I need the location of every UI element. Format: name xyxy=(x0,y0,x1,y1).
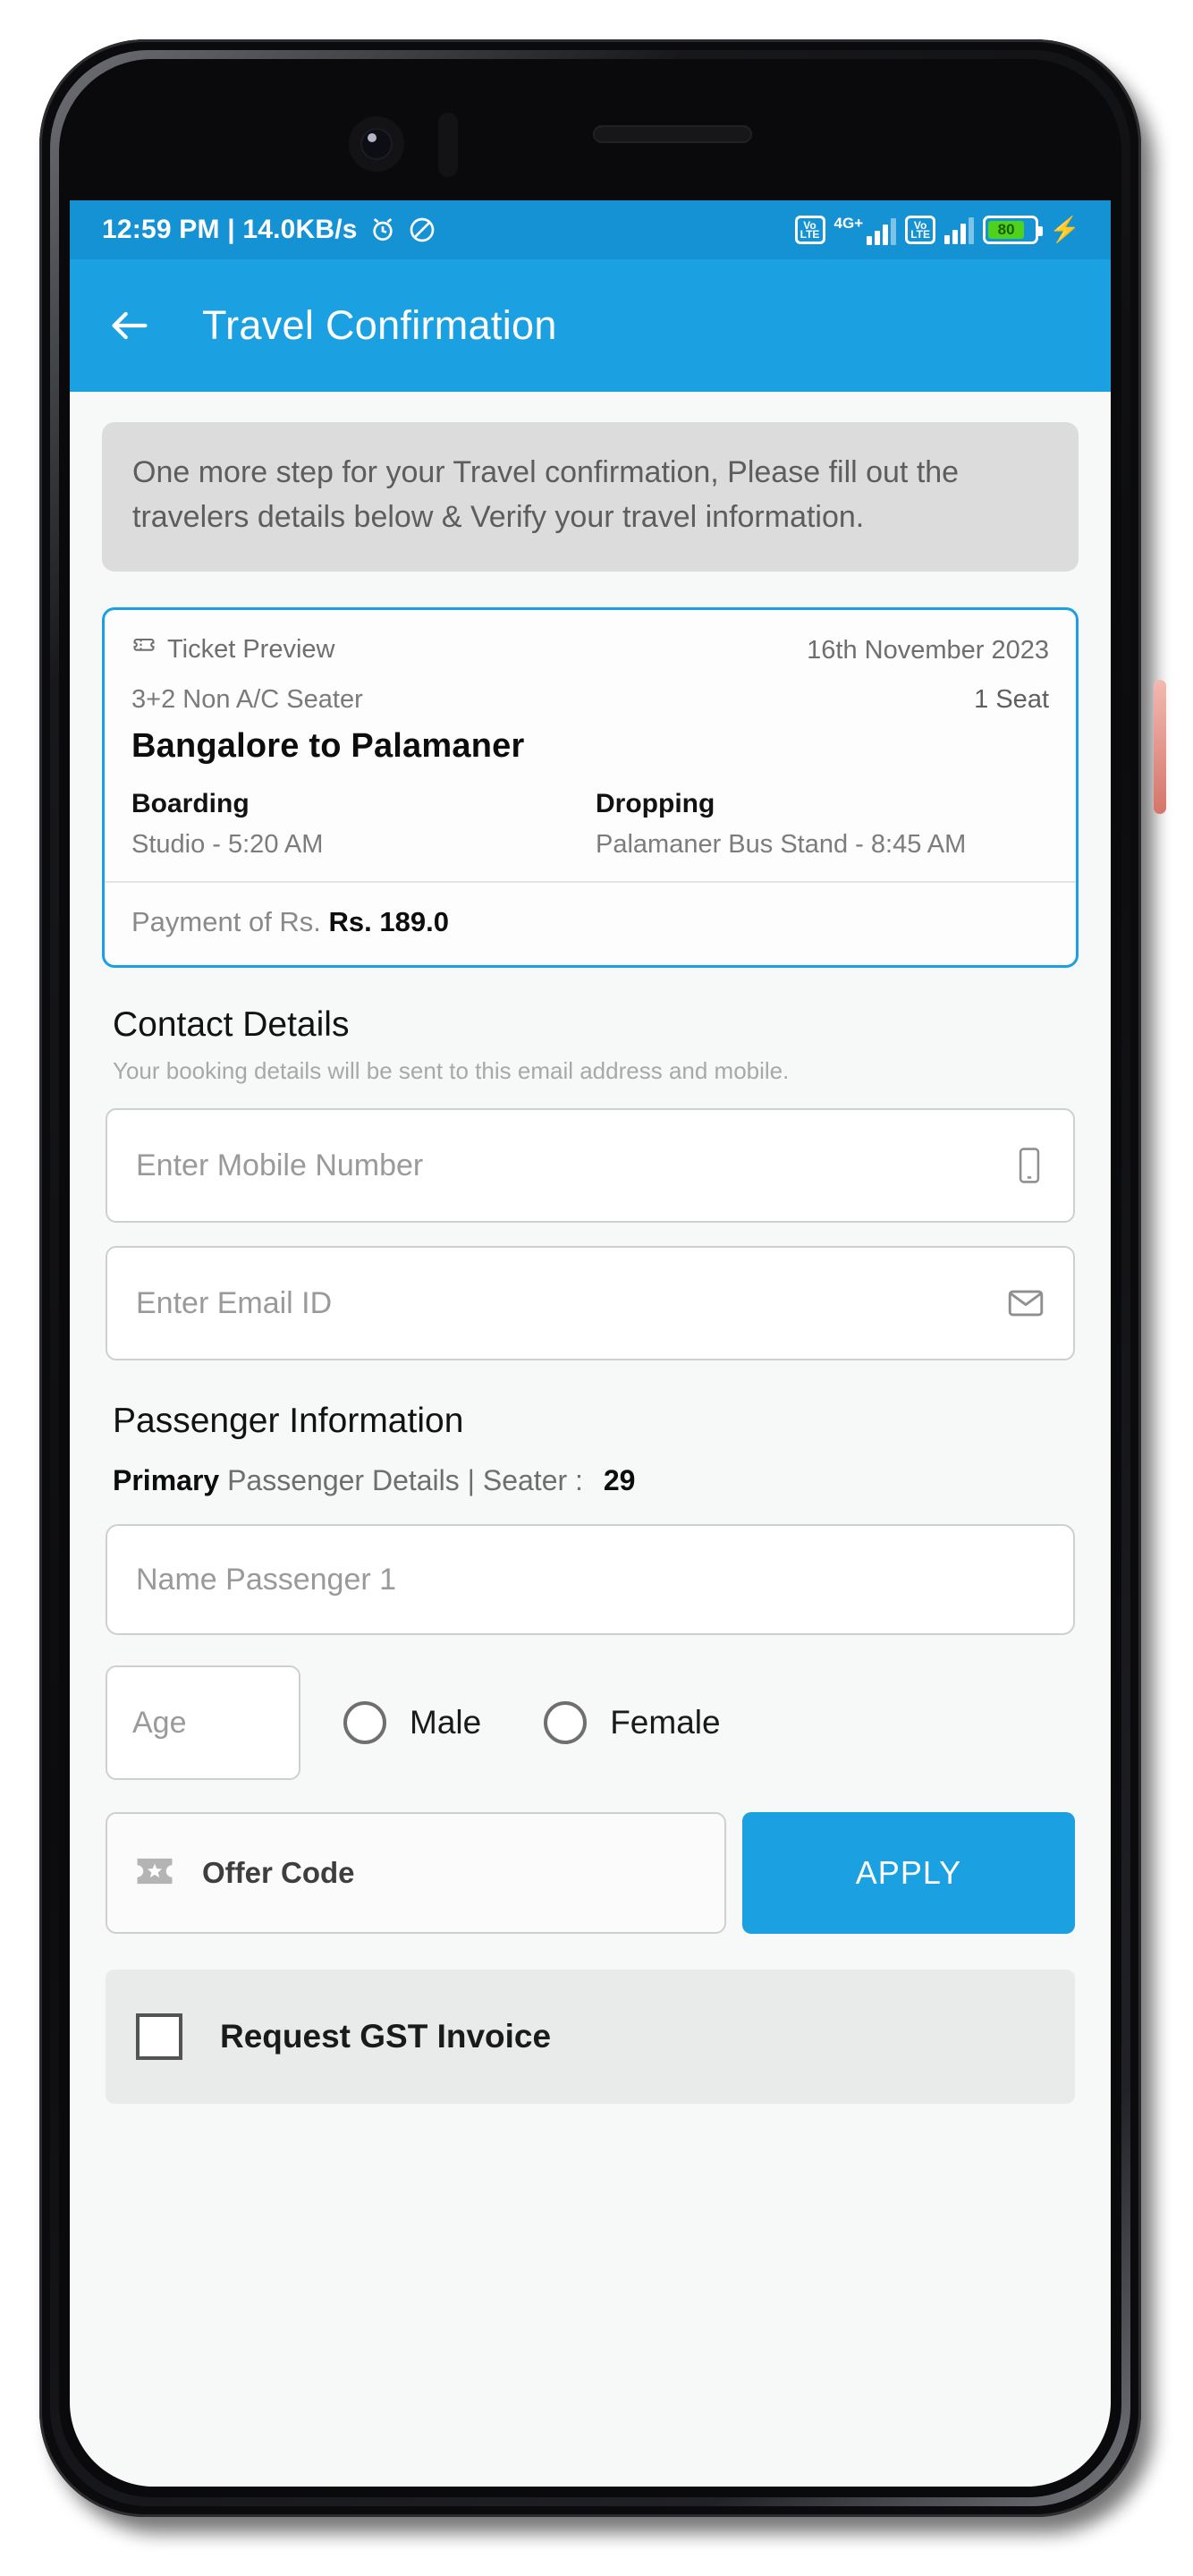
boarding-dropping-grid: Boarding Studio - 5:20 AM Dropping Palam… xyxy=(131,789,1049,860)
boarding-title: Boarding xyxy=(131,789,250,819)
ticket-card-header: Ticket Preview 16th November 2023 xyxy=(131,633,1049,665)
payment-amount: Rs. 189.0 xyxy=(328,906,449,938)
dropping-title: Dropping xyxy=(596,789,715,819)
radio-male-icon[interactable] xyxy=(343,1701,386,1745)
passenger-name-placeholder: Name Passenger 1 xyxy=(136,1562,397,1597)
signal-bars-sim2 xyxy=(944,216,975,244)
page-title: Travel Confirmation xyxy=(202,302,557,348)
power-button[interactable] xyxy=(1154,680,1166,814)
age-placeholder: Age xyxy=(132,1705,187,1740)
ticket-seat-type: 3+2 Non A/C Seater xyxy=(131,685,363,715)
contact-details-title: Contact Details xyxy=(113,1005,350,1045)
screenshot-stage: 12:59 PM | 14.0KB/s Vo LTE 4G+ Vo LTE 80… xyxy=(0,0,1193,2576)
age-input[interactable]: Age xyxy=(106,1665,300,1781)
ticket-seat-row: 3+2 Non A/C Seater 1 Seat xyxy=(131,685,1049,715)
age-and-gender-row: Age Male Female xyxy=(106,1665,1075,1781)
ticket-seat-count: 1 Seat xyxy=(974,685,1049,715)
network-type-label: 4G+ xyxy=(833,215,864,232)
dropping-column: Dropping Palamaner Bus Stand - 8:45 AM xyxy=(590,789,1049,860)
female-label: Female xyxy=(610,1704,721,1741)
primary-passenger-line: Primary Passenger Details | Seater : 29 xyxy=(113,1464,1111,1497)
volte-icon-sim2: Vo LTE xyxy=(905,216,936,244)
boarding-value: Studio - 5:20 AM xyxy=(131,830,324,860)
ticket-preview-label: Ticket Preview xyxy=(167,634,335,664)
battery-icon: 80 xyxy=(983,216,1044,244)
ticket-date: 16th November 2023 xyxy=(807,636,1049,665)
front-camera-lens xyxy=(360,128,393,160)
offer-code-row: Offer Code APPLY xyxy=(106,1812,1075,1935)
ticket-preview-card: Ticket Preview 16th November 2023 3+2 No… xyxy=(102,607,1079,969)
alarm-icon xyxy=(368,216,397,244)
volte-bottom-label-2: LTE xyxy=(910,228,931,241)
app-viewport: 12:59 PM | 14.0KB/s Vo LTE 4G+ Vo LTE 80… xyxy=(70,200,1111,2487)
passenger-details-label: Passenger Details | Seater : xyxy=(227,1464,583,1497)
signal-group-sim1: 4G+ xyxy=(834,215,897,245)
email-placeholder: Enter Email ID xyxy=(136,1285,333,1320)
do-not-disturb-icon xyxy=(408,216,436,244)
envelope-icon xyxy=(1007,1288,1045,1318)
request-gst-invoice-label: Request GST Invoice xyxy=(220,2018,552,2055)
checkbox-unchecked-icon[interactable] xyxy=(136,2013,182,2061)
front-camera-highlight xyxy=(368,133,377,142)
phone-screen: 12:59 PM | 14.0KB/s Vo LTE 4G+ Vo LTE 80… xyxy=(70,70,1111,2487)
male-label: Male xyxy=(410,1704,482,1741)
offer-code-input[interactable]: Offer Code xyxy=(106,1812,726,1935)
status-time-and-speed: 12:59 PM | 14.0KB/s xyxy=(102,215,358,244)
ticket-payment-row: Payment of Rs. Rs. 189.0 xyxy=(131,883,1049,965)
earpiece-speaker xyxy=(593,125,752,143)
battery-level-label: 80 xyxy=(988,221,1025,239)
page-content: One more step for your Travel confirmati… xyxy=(70,422,1111,2140)
offer-ticket-icon xyxy=(134,1853,175,1894)
email-field[interactable]: Enter Email ID xyxy=(106,1246,1075,1361)
seat-number: 29 xyxy=(603,1464,636,1497)
phone-bezel xyxy=(70,70,1111,200)
status-bar-left: 12:59 PM | 14.0KB/s xyxy=(102,215,436,245)
gender-male-option[interactable]: Male xyxy=(343,1701,482,1745)
passenger-name-field[interactable]: Name Passenger 1 xyxy=(106,1524,1075,1636)
volte-bottom-label: LTE xyxy=(800,228,820,241)
status-bar: 12:59 PM | 14.0KB/s Vo LTE 4G+ Vo LTE 80… xyxy=(70,200,1111,259)
app-bar: Travel Confirmation xyxy=(70,259,1111,392)
mobile-phone-icon xyxy=(1014,1146,1045,1185)
notice-banner: One more step for your Travel confirmati… xyxy=(102,422,1079,572)
request-gst-invoice-row[interactable]: Request GST Invoice xyxy=(106,1970,1075,2105)
mobile-number-placeholder: Enter Mobile Number xyxy=(136,1148,424,1182)
signal-bars-sim1 xyxy=(867,216,897,245)
ticket-preview-icon xyxy=(131,633,157,665)
passenger-information-title: Passenger Information xyxy=(113,1402,464,1441)
boarding-column: Boarding Studio - 5:20 AM xyxy=(131,789,590,860)
ticket-route: Bangalore to Palamaner xyxy=(131,727,525,766)
ir-sensor-icon xyxy=(438,113,458,177)
contact-details-subtitle: Your booking details will be sent to thi… xyxy=(113,1057,790,1085)
ticket-preview-label-group: Ticket Preview xyxy=(131,633,334,665)
payment-prefix: Payment of Rs. xyxy=(131,906,321,938)
gender-female-option[interactable]: Female xyxy=(544,1701,721,1745)
status-bar-right: Vo LTE 4G+ Vo LTE 80 ⚡ xyxy=(794,215,1080,245)
apply-button[interactable]: APPLY xyxy=(742,1812,1075,1935)
volte-icon-sim1: Vo LTE xyxy=(794,216,825,244)
mobile-number-field[interactable]: Enter Mobile Number xyxy=(106,1108,1075,1224)
dropping-value: Palamaner Bus Stand - 8:45 AM xyxy=(596,830,967,860)
charging-bolt-icon: ⚡ xyxy=(1049,216,1080,243)
primary-label: Primary xyxy=(113,1464,220,1497)
offer-code-placeholder: Offer Code xyxy=(202,1856,355,1890)
radio-female-icon[interactable] xyxy=(544,1701,588,1745)
back-arrow-icon[interactable] xyxy=(106,301,154,350)
